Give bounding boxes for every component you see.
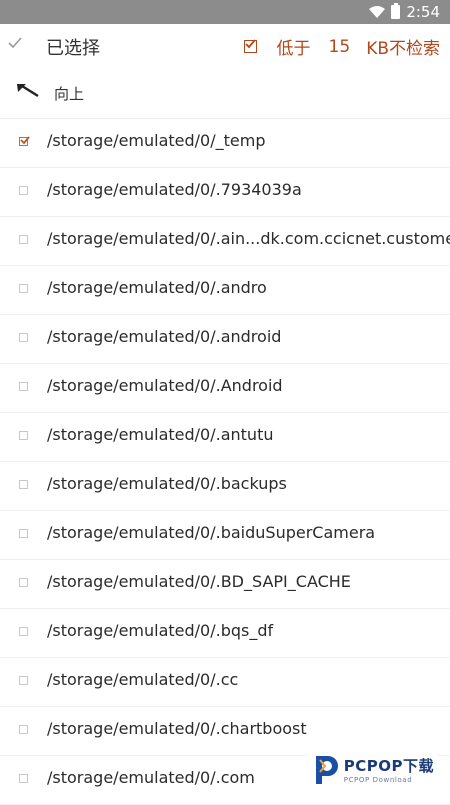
list-item[interactable]: /storage/emulated/0/.backups <box>0 462 450 511</box>
item-checkbox[interactable] <box>19 333 28 342</box>
item-path: /storage/emulated/0/.BD_SAPI_CACHE <box>47 572 351 591</box>
watermark-subtitle: PCPOP Download <box>343 775 413 784</box>
item-checkbox[interactable] <box>19 382 28 391</box>
item-checkbox[interactable] <box>19 578 28 587</box>
navigate-up-label: 向上 <box>54 85 85 103</box>
item-checkbox[interactable] <box>19 235 28 244</box>
list-item[interactable]: /storage/emulated/0/.chartboost <box>0 707 450 756</box>
list-item[interactable]: /storage/emulated/0/.andro <box>0 266 450 315</box>
watermark-brand: PCPOP下载 <box>343 756 434 775</box>
list-item[interactable]: /storage/emulated/0/.android <box>0 315 450 364</box>
item-path: /storage/emulated/0/.backups <box>47 474 287 493</box>
item-path: /storage/emulated/0/.ain...dk.com.ccicne… <box>47 229 450 248</box>
filter-suffix-label: KB不检索 <box>366 39 440 59</box>
item-checkbox[interactable] <box>19 186 28 195</box>
list-item[interactable]: /storage/emulated/0/.7934039a <box>0 168 450 217</box>
item-checkbox[interactable] <box>19 136 30 146</box>
checkmark-icon <box>244 39 256 49</box>
filter-size-value[interactable]: 15 <box>329 37 351 57</box>
item-path: /storage/emulated/0/_temp <box>47 131 266 150</box>
list-item[interactable]: /storage/emulated/0/.ain...dk.com.ccicne… <box>0 217 450 266</box>
item-checkbox[interactable] <box>19 529 28 538</box>
item-checkbox[interactable] <box>19 725 28 734</box>
selection-title: 已选择 <box>46 38 100 59</box>
list-item[interactable]: /storage/emulated/0/.Android <box>0 364 450 413</box>
done-check-icon[interactable] <box>8 36 22 50</box>
list-item[interactable]: /storage/emulated/0/.antutu <box>0 413 450 462</box>
status-time: 2:54 <box>406 3 440 21</box>
up-arrow-icon <box>17 84 39 98</box>
item-path: /storage/emulated/0/.com <box>47 768 255 787</box>
size-filter[interactable]: 低于 15 KB不检索 <box>243 34 440 59</box>
item-path: /storage/emulated/0/.android <box>47 327 282 346</box>
item-path: /storage/emulated/0/.chartboost <box>47 719 307 738</box>
pcpop-logo-icon <box>315 756 338 784</box>
list-item[interactable]: /storage/emulated/0/.baiduSuperCamera <box>0 511 450 560</box>
item-checkbox[interactable] <box>19 676 28 685</box>
item-checkbox[interactable] <box>19 284 28 293</box>
item-checkbox[interactable] <box>19 480 28 489</box>
item-path: /storage/emulated/0/.baiduSuperCamera <box>47 523 376 542</box>
item-path: /storage/emulated/0/.Android <box>47 376 283 395</box>
wifi-icon <box>369 6 386 18</box>
list-item[interactable]: /storage/emulated/0/_temp <box>0 119 450 168</box>
item-path: /storage/emulated/0/.bqs_df <box>47 621 274 640</box>
item-path: /storage/emulated/0/.7934039a <box>47 180 302 199</box>
directory-list: /storage/emulated/0/_temp /storage/emula… <box>0 119 450 805</box>
item-path: /storage/emulated/0/.antutu <box>47 425 274 444</box>
filter-checkbox[interactable] <box>243 39 257 53</box>
item-path: /storage/emulated/0/.andro <box>47 278 267 297</box>
filter-prefix-label: 低于 <box>276 39 311 59</box>
navigate-up-row[interactable]: 向上 <box>0 68 450 119</box>
status-bar: 2:54 <box>0 0 450 24</box>
item-checkbox[interactable] <box>19 627 28 636</box>
list-item[interactable]: /storage/emulated/0/.cc <box>0 658 450 707</box>
battery-icon <box>391 3 401 19</box>
watermark: PCPOP下载 PCPOP Download <box>305 750 438 788</box>
action-toolbar: 已选择 低于 15 KB不检索 <box>0 24 450 68</box>
item-path: /storage/emulated/0/.cc <box>47 670 239 689</box>
item-checkbox[interactable] <box>19 431 28 440</box>
list-item[interactable]: /storage/emulated/0/.bqs_df <box>0 609 450 658</box>
item-checkbox[interactable] <box>19 774 28 783</box>
checkmark-icon <box>20 136 30 145</box>
list-item[interactable]: /storage/emulated/0/.BD_SAPI_CACHE <box>0 560 450 609</box>
